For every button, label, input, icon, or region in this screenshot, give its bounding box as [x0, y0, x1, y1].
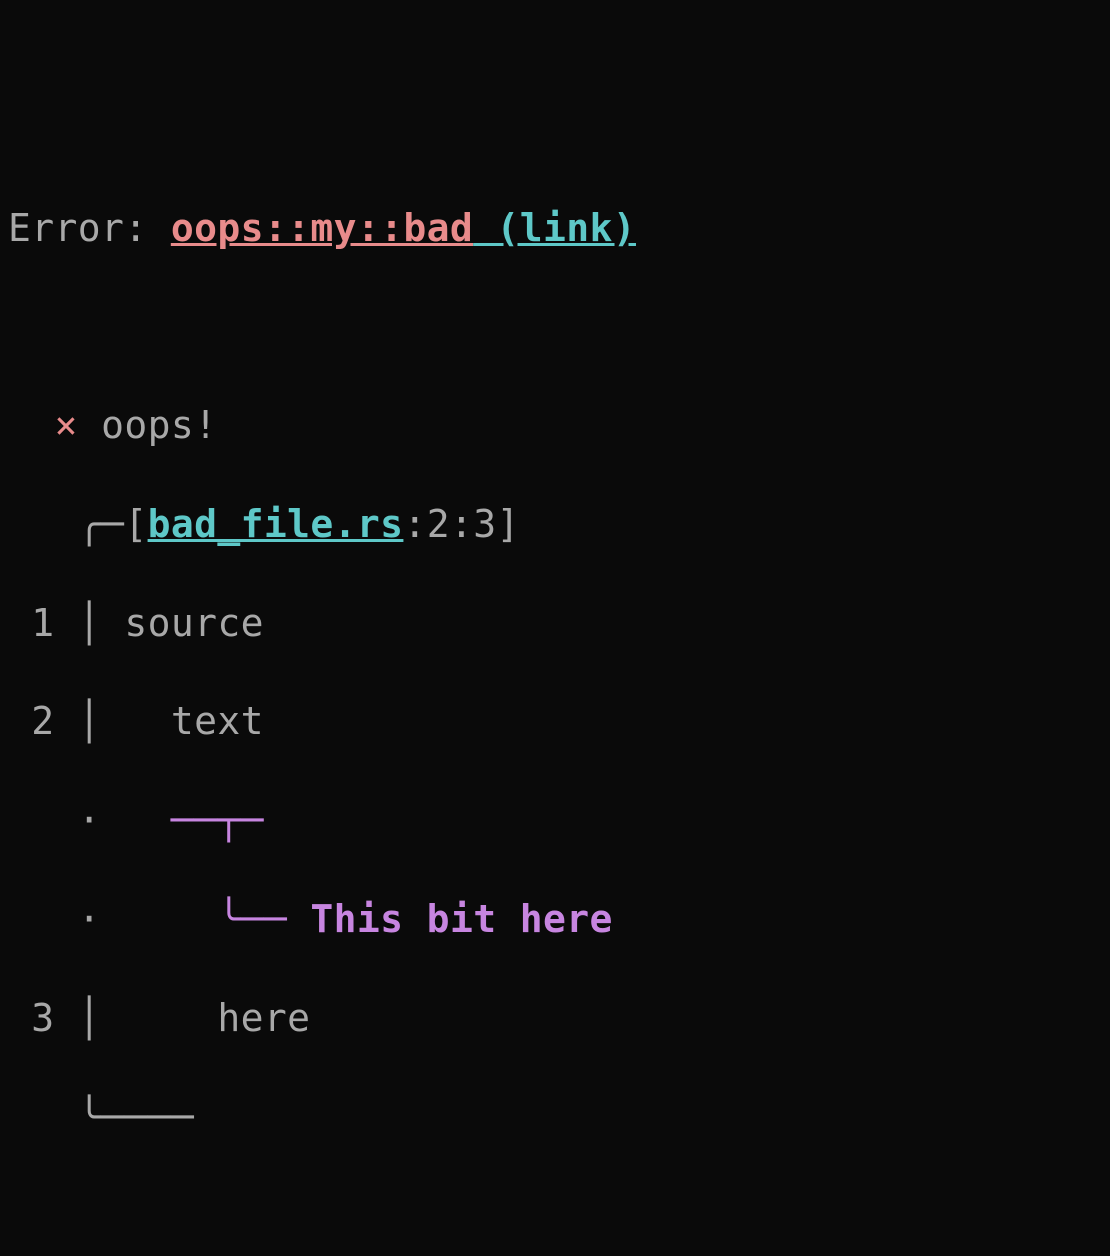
source-filename[interactable]: bad_file.rs	[148, 502, 404, 546]
colon1: :	[403, 502, 426, 546]
box-side: │	[78, 996, 101, 1040]
source-text-2: text	[171, 699, 264, 743]
annotation-underline-line: · ──┬─	[8, 796, 1102, 845]
source-location-line: ╭─[bad_file.rs:2:3]	[8, 500, 1102, 549]
source-line: 2	[427, 502, 450, 546]
box-top: ╭─	[78, 502, 125, 546]
box-dot: ·	[78, 897, 101, 941]
bracket-open: [	[124, 502, 147, 546]
annotation-underline: ──┬─	[171, 798, 264, 842]
colon2: :	[450, 502, 473, 546]
line-number-1: 1	[31, 601, 54, 645]
error-header: Error: oops::my::bad (link)	[8, 204, 1102, 253]
error-label: Error:	[8, 206, 171, 250]
annotation-pointer: ╰──	[217, 897, 310, 941]
source-line-2: 2 │ text	[8, 697, 1102, 746]
source-line-3: 3 │ here	[8, 994, 1102, 1043]
line-number-3: 3	[31, 996, 54, 1040]
blank-line-2	[8, 1191, 1102, 1240]
diagnostic-message: oops!	[101, 403, 217, 447]
source-text-1: source	[124, 601, 264, 645]
cross-icon: ×	[55, 403, 78, 447]
box-dot: ·	[78, 798, 101, 842]
error-link[interactable]: (link)	[473, 206, 636, 250]
bracket-close: ]	[496, 502, 519, 546]
line-number-2: 2	[31, 699, 54, 743]
box-side: │	[78, 699, 101, 743]
box-bottom-line: ╰────	[8, 1093, 1102, 1142]
source-col: 3	[473, 502, 496, 546]
annotation-text: This bit here	[310, 897, 612, 941]
error-code[interactable]: oops::my::bad	[171, 206, 473, 250]
source-line-1: 1 │ source	[8, 599, 1102, 648]
box-bottom: ╰────	[78, 1095, 194, 1139]
blank-line	[8, 302, 1102, 351]
source-text-3: here	[217, 996, 310, 1040]
box-side: │	[78, 601, 101, 645]
annotation-text-line: · ╰── This bit here	[8, 895, 1102, 944]
diagnostic-message-line: × oops!	[8, 401, 1102, 450]
